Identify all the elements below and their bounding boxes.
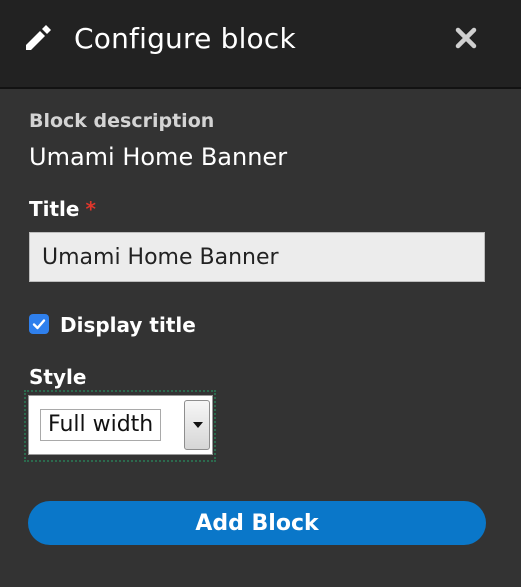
chevron-down-icon bbox=[193, 422, 203, 428]
title-label-text: Title bbox=[29, 197, 80, 221]
style-select-arrow-button[interactable] bbox=[184, 400, 210, 450]
dialog-title: Configure block bbox=[74, 22, 296, 55]
style-label: Style bbox=[29, 365, 87, 389]
title-label: Title * bbox=[29, 196, 96, 222]
required-marker: * bbox=[85, 197, 96, 221]
dialog-header: Configure block bbox=[0, 0, 521, 89]
add-block-button[interactable]: Add Block bbox=[28, 501, 486, 545]
pencil-icon bbox=[26, 25, 51, 50]
checkmark-icon bbox=[32, 319, 46, 330]
title-input[interactable] bbox=[29, 232, 485, 282]
block-description-value: Umami Home Banner bbox=[29, 143, 288, 171]
display-title-label[interactable]: Display title bbox=[60, 312, 196, 338]
configure-block-dialog: Configure block Block description Umami … bbox=[0, 0, 521, 587]
block-description-label: Block description bbox=[29, 110, 215, 132]
close-icon[interactable] bbox=[454, 26, 478, 50]
style-selected-value: Full width bbox=[40, 409, 162, 441]
display-title-checkbox[interactable] bbox=[29, 314, 49, 334]
style-select[interactable]: Full width bbox=[28, 395, 213, 455]
